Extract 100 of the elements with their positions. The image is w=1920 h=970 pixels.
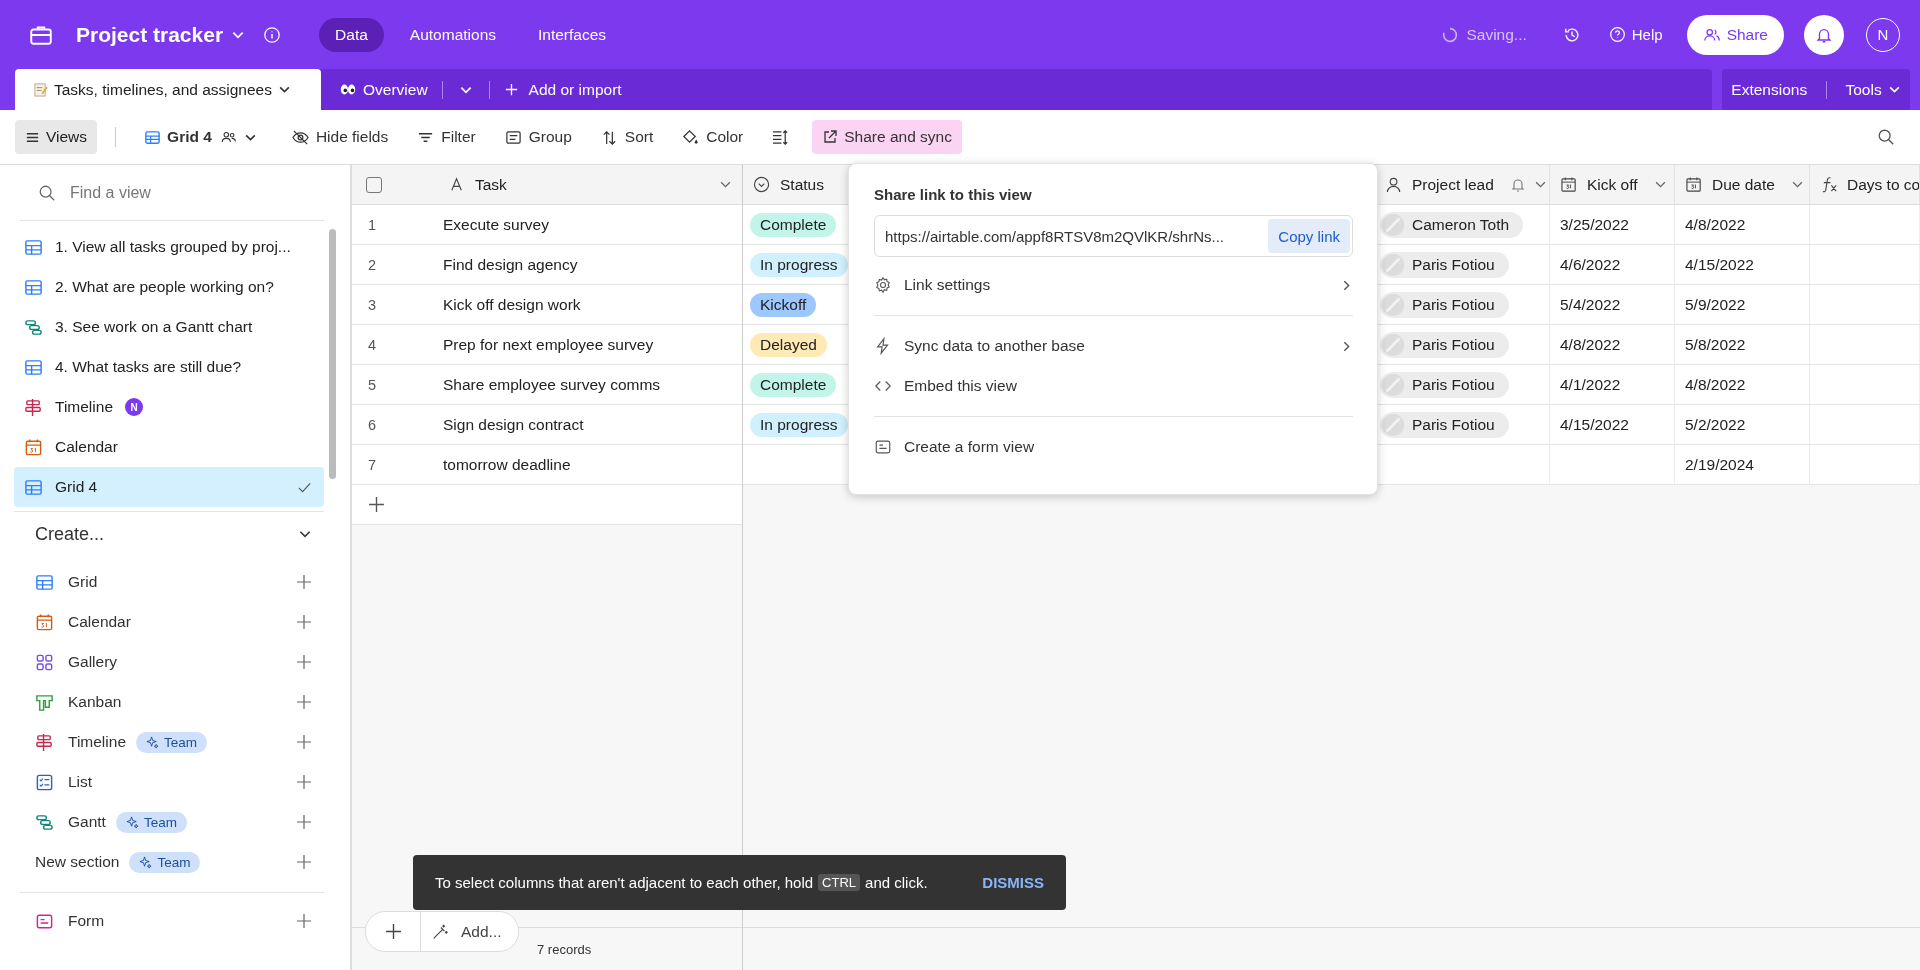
calendar-icon [1685,176,1704,193]
plus-icon[interactable] [296,694,312,710]
bell-icon[interactable] [1509,176,1526,193]
kanban-icon [35,692,54,712]
grid-icon [35,572,54,592]
view-item[interactable]: 4. What tasks are still due? [14,347,324,387]
plus-icon[interactable] [296,574,312,590]
plus-icon[interactable] [296,614,312,630]
plus-icon[interactable] [296,774,312,790]
info-icon[interactable] [263,25,282,44]
table-tab[interactable]: Overview [321,69,442,110]
toolbar-button[interactable]: Filter [406,120,486,154]
create-view-item[interactable]: Form [14,901,324,941]
nav-tab[interactable]: Interfaces [522,17,623,52]
grid-icon [24,477,43,497]
create-view-item[interactable]: Grid [14,562,324,602]
share-and-sync-button[interactable]: Share and sync [812,120,962,154]
table-tab[interactable]: Tasks, timelines, and assignees [15,69,321,110]
create-view-item[interactable]: Gallery [14,642,324,682]
plus-icon[interactable] [296,814,312,830]
table-cell: tomorrow deadline [435,445,743,485]
menu-item[interactable]: Embed this view [874,366,1353,406]
user-chip: Paris Fotiou [1380,331,1509,358]
gallery-icon [35,652,54,672]
table-cell: 5/4/2022 [1550,285,1675,325]
toolbar-button[interactable]: Group [493,120,582,154]
avatar-icon [1381,332,1405,357]
table-cell: 4/1/2022 [1550,365,1675,405]
share-link-field[interactable]: https://airtable.com/appf8RTSV8m2QVlKR/shrNs... Copy link [874,215,1353,257]
column-header[interactable]: Due date [1675,165,1810,205]
settings-icon [874,276,892,294]
copy-link-button[interactable]: Copy link [1268,219,1350,253]
plus-icon[interactable] [296,854,312,870]
toolbar-button[interactable]: Hide fields [280,120,399,154]
external-link-icon [822,129,839,145]
find-view-field[interactable]: Find a view [68,182,306,203]
nav-tab[interactable]: Data [319,17,384,52]
avatar-icon [1381,372,1405,397]
calendar-icon [24,437,43,457]
views-button[interactable]: Views [15,120,98,154]
plus-icon[interactable] [296,734,312,750]
grid-icon [24,357,43,377]
gantt-icon [24,317,43,337]
column-header[interactable]: Kick off [1550,165,1675,205]
row-number: 2 [352,245,435,285]
key-badge: CTRL [818,874,861,891]
menu-title: Share link to this view [874,186,1033,203]
base-title[interactable]: Project tracker [76,22,224,47]
plus-icon [384,923,402,940]
tip-text: To select columns that aren't adjacent to each other, hold [435,874,814,891]
add-or-import-button[interactable]: Add or import [489,80,636,99]
select-all-checkbox[interactable] [366,176,382,193]
table-cell: Sign design contract [435,405,743,445]
menu-item[interactable]: Link settings [874,265,1353,305]
column-header[interactable]: Days to co [1810,165,1920,205]
view-item[interactable]: Calendar [14,427,324,467]
calendar-icon [35,612,54,632]
search-icon[interactable] [1877,128,1895,146]
menu-item[interactable]: Sync data to another base [874,326,1353,366]
tools-button[interactable]: Tools [1845,80,1901,99]
create-view-item[interactable]: List [14,762,324,802]
table-cell: 5/9/2022 [1675,285,1810,325]
plus-icon[interactable] [296,654,312,670]
create-view-item[interactable]: Gantt Team [14,802,324,842]
add-row-cell[interactable] [352,485,435,525]
avatar-icon [1381,212,1405,237]
menu-item[interactable]: Create a form view [874,427,1353,467]
dismiss-button[interactable]: DISMISS [982,874,1044,891]
notifications-button[interactable] [1804,14,1844,55]
scrollbar[interactable] [329,229,336,479]
view-item[interactable]: 3. See work on a Gantt chart [14,307,324,347]
nav-tab[interactable]: Automations [393,17,512,52]
new-section-item[interactable]: New section Team [14,842,324,882]
plus-icon[interactable] [296,913,312,929]
dropdown-circle-icon [753,176,772,193]
user-chip: Paris Fotiou [1380,251,1509,278]
column-header[interactable]: Project lead [1375,165,1550,205]
help-button[interactable]: Help [1608,26,1663,43]
table-cell: Execute survey [435,205,743,245]
group-icon [503,128,523,146]
view-item[interactable]: 1. View all tasks grouped by proj... [14,227,324,267]
avatar-icon [1381,292,1405,317]
view-switcher[interactable]: Grid 4 [134,120,267,154]
share-button[interactable]: Share [1686,14,1784,55]
table-cell[interactable] [435,485,743,525]
view-item[interactable]: Grid 4 [14,467,324,507]
extensions-button[interactable]: Extensions [1731,80,1808,99]
add-button[interactable]: Add... [421,912,518,951]
create-view-item[interactable]: Calendar [14,602,324,642]
view-item[interactable]: Timeline N [14,387,324,427]
toolbar-button[interactable]: Color [671,120,754,154]
saving-status: Saving... [1466,25,1527,44]
view-item[interactable]: 2. What are people working on? [14,267,324,307]
status-tag: In progress [750,252,848,277]
gantt-icon [35,812,54,832]
row-number: 3 [352,285,435,325]
create-view-item[interactable]: Kanban [14,682,324,722]
toolbar-button[interactable]: Sort [589,120,664,154]
history-icon[interactable] [1562,25,1581,44]
create-view-item[interactable]: Timeline Team [14,722,324,762]
